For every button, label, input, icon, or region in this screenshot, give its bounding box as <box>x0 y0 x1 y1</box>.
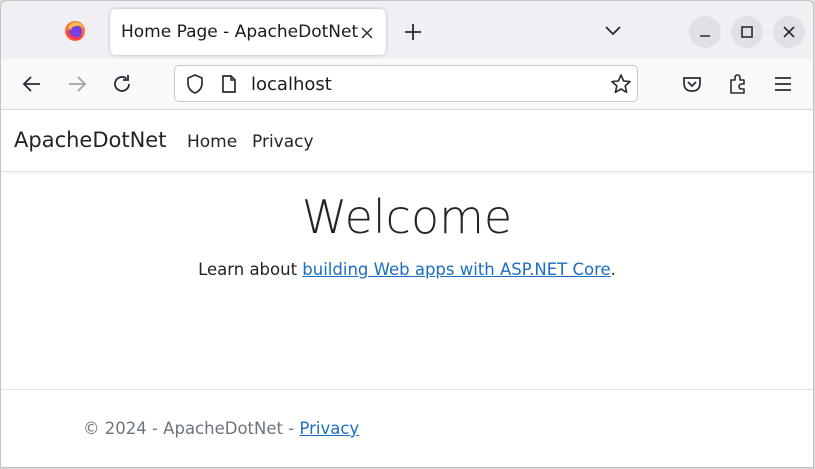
site-header: ApacheDotNet Home Privacy <box>1 110 813 172</box>
chevron-down-icon[interactable] <box>603 23 623 39</box>
brand-link[interactable]: ApacheDotNet <box>14 128 166 152</box>
hero-period: . <box>610 260 616 279</box>
page-title: Welcome <box>301 190 513 244</box>
browser-window: Home Page - ApacheDotNet localhost Apach… <box>1 1 813 467</box>
maximize-icon[interactable] <box>731 16 763 48</box>
url-bar[interactable]: localhost <box>174 65 638 102</box>
extensions-icon[interactable] <box>727 73 749 95</box>
footer: © 2024 - ApacheDotNet - Privacy <box>83 419 359 438</box>
navigation-toolbar: localhost <box>1 59 813 110</box>
footer-privacy-link[interactable]: Privacy <box>299 419 359 438</box>
minimize-icon[interactable] <box>689 16 721 48</box>
aspnet-docs-link[interactable]: building Web apps with ASP.NET Core <box>302 260 610 279</box>
tab-home-page[interactable]: Home Page - ApacheDotNet <box>110 9 386 55</box>
web-page: ApacheDotNet Home Privacy Welcome Learn … <box>1 110 813 467</box>
close-window-icon[interactable] <box>773 16 805 48</box>
forward-arrow-icon[interactable] <box>66 73 88 95</box>
hero-subtitle: Learn about building Web apps with ASP.N… <box>1 260 813 279</box>
reload-icon[interactable] <box>111 73 133 95</box>
tab-title: Home Page - ApacheDotNet <box>121 22 359 42</box>
nav-link-privacy[interactable]: Privacy <box>252 132 314 152</box>
plus-icon[interactable] <box>403 22 423 42</box>
firefox-icon <box>64 20 86 42</box>
pocket-icon[interactable] <box>681 73 703 95</box>
menu-icon[interactable] <box>772 73 794 95</box>
close-icon[interactable] <box>360 25 374 39</box>
footer-divider <box>1 389 813 390</box>
hero-text: Learn about <box>198 260 303 279</box>
tab-strip: Home Page - ApacheDotNet <box>1 1 813 59</box>
footer-copyright: © 2024 - ApacheDotNet - <box>83 419 300 438</box>
url-text[interactable]: localhost <box>251 74 332 95</box>
star-icon[interactable] <box>610 73 632 95</box>
back-arrow-icon[interactable] <box>21 73 43 95</box>
page-icon <box>221 74 237 94</box>
nav-link-home[interactable]: Home <box>187 132 237 152</box>
shield-icon[interactable] <box>185 73 205 95</box>
